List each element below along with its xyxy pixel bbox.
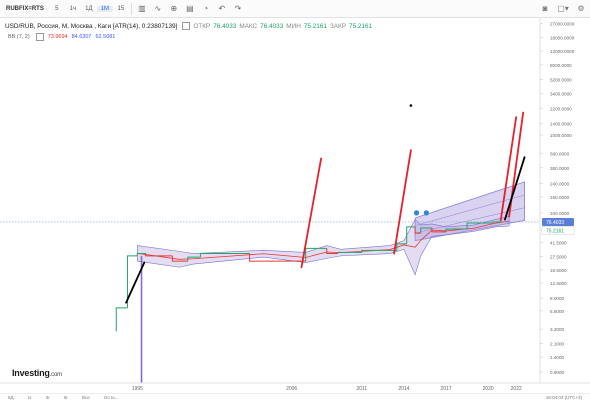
y-tick-label: 2200.0000	[550, 106, 572, 111]
y-tick-label: 240.0000	[550, 181, 570, 186]
y-tick-label: 5.5000	[550, 309, 564, 314]
y-tick-label: 18000.0000	[550, 35, 575, 40]
go-to-date[interactable]: Go to...	[96, 395, 125, 400]
timeframe-1d[interactable]: 1Д	[81, 6, 97, 12]
x-tick-label: 2022	[511, 386, 522, 392]
range-5y[interactable]: 5г	[56, 395, 74, 400]
range-3y[interactable]: 3г	[38, 395, 56, 400]
timeframe-1h[interactable]: 1ч	[65, 6, 81, 12]
x-tick-label: 2020	[483, 386, 494, 392]
symbol-label[interactable]: RUBFIX=RTS	[0, 6, 49, 12]
y-tick-label: 580.0000	[550, 151, 570, 156]
y-tick-label: 27.5000	[550, 254, 567, 259]
y-tick-label: 8000.0000	[550, 63, 572, 68]
kagi-segment	[115, 307, 128, 332]
y-tick-label: 27000.0000	[550, 22, 575, 27]
y-tick-label: 12000.0000	[550, 49, 575, 54]
x-tick-label: 2011	[356, 386, 367, 392]
y-tick-label: 380.0000	[550, 166, 570, 171]
y-tick-label: 1.4000	[550, 355, 564, 360]
timeframe-15[interactable]: 15	[113, 6, 129, 12]
logo-suffix: .com	[49, 372, 62, 378]
y-tick-label: 5200.0000	[550, 77, 572, 82]
y-tick-label: 1000.0000	[550, 133, 572, 138]
annotation-dot	[409, 104, 413, 107]
clock-readout: 16:04:03 (UTC+3)	[545, 395, 582, 400]
logo-brand: Investing	[12, 368, 50, 378]
template-icon[interactable]: ▤	[182, 2, 198, 16]
chart-type-icon[interactable]: ▥	[134, 2, 150, 16]
x-tick-label: 1995	[132, 386, 143, 392]
y-tick-label: 8.0000	[550, 296, 564, 301]
y-tick-label: 160.0000	[550, 195, 570, 200]
kagi-series	[115, 221, 503, 332]
investing-logo: Investing.com	[12, 368, 62, 378]
x-tick-label: 2006	[286, 386, 297, 392]
redo-icon[interactable]: ↷	[230, 2, 246, 16]
y-tick-label: 2.1000	[550, 341, 564, 346]
toolbar-divider	[130, 2, 132, 15]
close-price-label: 75.2161	[546, 228, 564, 234]
time-axis: 1995 2006 2011 2014 2017 2020 2022	[0, 382, 590, 392]
y-tick-label: 100.0000	[550, 211, 570, 216]
camera-icon[interactable]: ◙	[536, 2, 554, 16]
x-tick-label: 2017	[440, 386, 451, 392]
price-chart[interactable]: 27000.0000 18000.0000 12000.0000 8000.0000 5…	[0, 18, 590, 393]
settings-icon[interactable]: ⚙	[572, 2, 590, 16]
y-tick-label: 0.9000	[550, 370, 564, 375]
color-picker-icon[interactable]: ▢▾	[554, 2, 572, 16]
compare-icon[interactable]: ⊕	[166, 2, 182, 16]
range-5d[interactable]: 5Д	[0, 395, 20, 400]
y-tick-label: 12.5000	[550, 281, 567, 286]
y-tick-label: 3.2000	[550, 327, 564, 332]
timeframe-1m[interactable]: 1М	[96, 5, 113, 12]
last-price-label: 76.4033	[546, 220, 564, 226]
y-tick-label: 3400.0000	[550, 92, 572, 97]
bollinger-band	[136, 216, 510, 383]
toolbar: RUBFIX=RTS 5 1ч 1Д 1М 15 ▥ ∿ ⊕ ▤ ◔ ↶ ↷ ◙…	[0, 0, 590, 18]
undo-icon[interactable]: ↶	[214, 2, 230, 16]
timeframe-5[interactable]: 5	[49, 6, 65, 12]
y-tick-label: 41.5000	[550, 241, 567, 246]
event-marker-icon	[413, 210, 420, 216]
x-tick-label: 2014	[398, 386, 409, 392]
event-marker-icon	[423, 210, 429, 216]
range-bar: 5Д 1г 3г 5г Все Go to... 16:04:03 (UTC+3…	[0, 393, 590, 401]
price-axis: 27000.0000 18000.0000 12000.0000 8000.0000 5…	[539, 18, 575, 383]
y-tick-label: 1400.0000	[550, 122, 572, 127]
y-tick-label: 18.5000	[550, 268, 567, 273]
range-1y[interactable]: 1г	[20, 395, 38, 400]
alert-icon[interactable]: ◔	[198, 2, 214, 16]
range-all[interactable]: Все	[74, 395, 96, 400]
indicator-icon[interactable]: ∿	[150, 2, 166, 16]
